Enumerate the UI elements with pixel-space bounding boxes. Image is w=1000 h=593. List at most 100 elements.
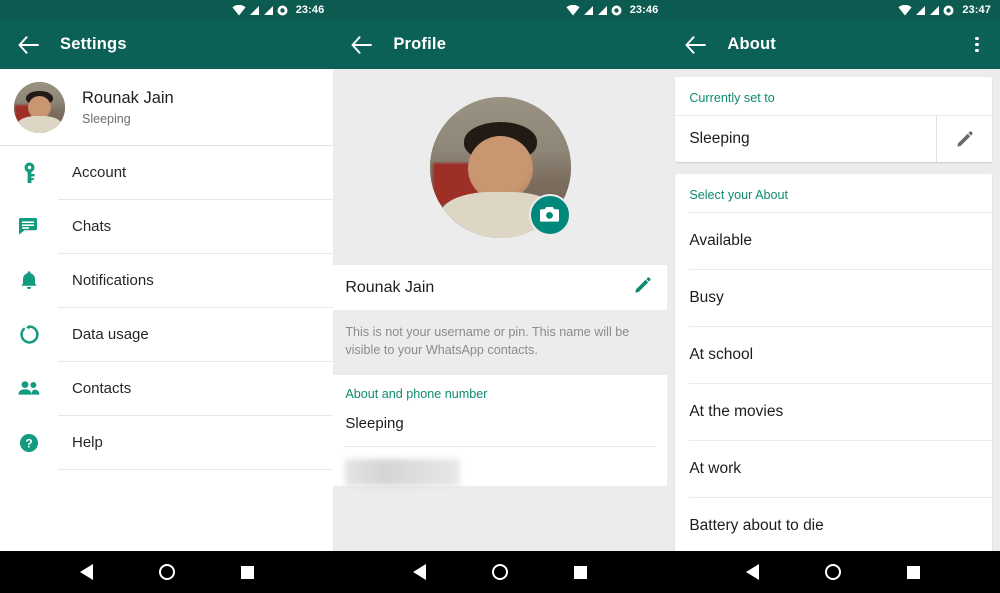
page-title: Profile	[393, 35, 447, 53]
app-bar-settings: Settings	[0, 20, 334, 69]
status-time: 23:47	[962, 4, 991, 16]
nav-back-icon[interactable]	[733, 551, 773, 593]
currently-set-card: Currently set to Sleeping	[675, 77, 992, 162]
about-option-battery-about-to-die[interactable]: Battery about to die	[675, 498, 992, 551]
nav-home-icon[interactable]	[480, 551, 520, 593]
sidebar-item-notifications[interactable]: Notifications	[0, 254, 334, 307]
status-icons	[898, 4, 954, 16]
status-icons	[566, 4, 622, 16]
status-dot-icon	[277, 5, 288, 15]
signal-icon	[583, 5, 593, 15]
bell-icon	[14, 266, 44, 296]
section-header: About and phone number	[345, 386, 488, 401]
sidebar-item-data-usage[interactable]: Data usage	[0, 308, 334, 361]
pencil-icon[interactable]	[935, 116, 992, 162]
nav-home-icon[interactable]	[147, 551, 187, 593]
section-header: Select your About	[689, 188, 789, 202]
status-bar: 23:47	[667, 0, 1000, 20]
signal-icon-2	[597, 5, 607, 15]
panel-settings: 23:46 Settings Rounak Jain Sleeping Acco…	[0, 0, 334, 551]
data-usage-icon	[14, 320, 44, 350]
profile-name: Rounak Jain	[345, 278, 435, 296]
current-about-value: Sleeping	[689, 130, 750, 147]
contacts-icon	[14, 374, 44, 404]
profile-body: Rounak Jain This is not your username or…	[333, 69, 668, 551]
profile-photo-section	[333, 69, 668, 265]
panel-about: 23:47 About Currently set to Sleeping Se…	[667, 0, 1000, 551]
divider	[58, 469, 334, 470]
status-bar: 23:46	[333, 0, 668, 20]
nav-recents-icon[interactable]	[227, 551, 267, 593]
back-arrow-icon[interactable]	[10, 27, 46, 63]
nav-back-icon[interactable]	[400, 551, 440, 593]
chat-bubble-icon	[14, 212, 44, 242]
status-time: 23:46	[629, 4, 659, 16]
nav-home-icon[interactable]	[813, 551, 853, 593]
status-dot-icon	[943, 5, 954, 15]
profile-name: Rounak Jain	[82, 88, 174, 107]
about-option-at-work[interactable]: At work	[675, 441, 992, 497]
wifi-icon	[232, 4, 246, 15]
sidebar-item-label: Account	[72, 164, 127, 181]
select-about-card: Select your About Available Busy At scho…	[675, 174, 992, 551]
nav-recents-icon[interactable]	[894, 551, 934, 593]
back-arrow-icon[interactable]	[343, 27, 379, 63]
profile-status: Sleeping	[82, 111, 131, 126]
sidebar-item-label: Chats	[72, 218, 112, 235]
sidebar-item-label: Data usage	[72, 326, 149, 343]
nav-back-icon[interactable]	[66, 551, 106, 593]
signal-icon-2	[263, 5, 273, 15]
nav-group-3	[667, 551, 1000, 593]
camera-icon[interactable]	[528, 193, 571, 236]
nav-group-1	[0, 551, 333, 593]
status-time: 23:46	[295, 4, 325, 16]
nav-recents-icon[interactable]	[560, 551, 600, 593]
profile-name-hint: This is not your username or pin. This n…	[333, 310, 668, 375]
status-dot-icon	[611, 5, 622, 15]
page-title: About	[727, 35, 776, 53]
sidebar-item-label: Notifications	[72, 272, 154, 289]
profile-name-row[interactable]: Rounak Jain	[333, 265, 668, 310]
status-icons	[232, 4, 288, 16]
about-value[interactable]: Sleeping	[345, 415, 655, 446]
panel-profile: 23:46 Profile Rounak Jain This is not yo…	[333, 0, 668, 551]
sidebar-item-contacts[interactable]: Contacts	[0, 362, 334, 415]
app-bar-profile: Profile	[333, 20, 668, 69]
signal-icon	[916, 5, 926, 15]
about-option-available[interactable]: Available	[675, 213, 992, 269]
triple-screenshot: 23:46 Settings Rounak Jain Sleeping Acco…	[0, 0, 1000, 593]
hint-text: This is not your username or pin. This n…	[345, 325, 630, 358]
page-title: Settings	[60, 35, 127, 53]
about-phone-section: About and phone number Sleeping	[333, 374, 668, 486]
back-arrow-icon[interactable]	[677, 27, 713, 63]
profile-header-row[interactable]: Rounak Jain Sleeping	[0, 69, 334, 145]
wifi-icon	[898, 4, 912, 15]
about-body: Currently set to Sleeping Select your Ab…	[667, 69, 1000, 551]
status-bar: 23:46	[0, 0, 334, 20]
sidebar-item-help[interactable]: ? Help	[0, 416, 334, 469]
nav-group-2	[333, 551, 666, 593]
phone-number-redacted	[345, 458, 461, 486]
profile-photo-wrap	[429, 96, 571, 238]
sidebar-item-chats[interactable]: Chats	[0, 200, 334, 253]
settings-body: Rounak Jain Sleeping Account Chats Notif…	[0, 69, 334, 551]
section-header: Currently set to	[689, 91, 775, 105]
overflow-menu-icon[interactable]	[962, 25, 992, 65]
pencil-icon[interactable]	[634, 276, 651, 299]
current-about-row[interactable]: Sleeping	[675, 115, 992, 162]
app-bar-about: About	[667, 20, 1000, 69]
divider	[345, 445, 656, 447]
about-option-at-school[interactable]: At school	[675, 327, 992, 383]
sidebar-item-label: Contacts	[72, 380, 132, 397]
about-option-busy[interactable]: Busy	[675, 270, 992, 326]
profile-texts: Rounak Jain Sleeping	[82, 89, 174, 126]
sidebar-item-label: Help	[72, 434, 103, 451]
sidebar-item-account[interactable]: Account	[0, 146, 334, 199]
signal-icon	[249, 5, 259, 15]
help-icon: ?	[14, 428, 44, 458]
avatar[interactable]	[14, 81, 65, 133]
about-option-at-the-movies[interactable]: At the movies	[675, 384, 992, 440]
key-icon	[14, 158, 44, 188]
wifi-icon	[566, 4, 580, 15]
android-navigation-bar	[0, 551, 1000, 593]
